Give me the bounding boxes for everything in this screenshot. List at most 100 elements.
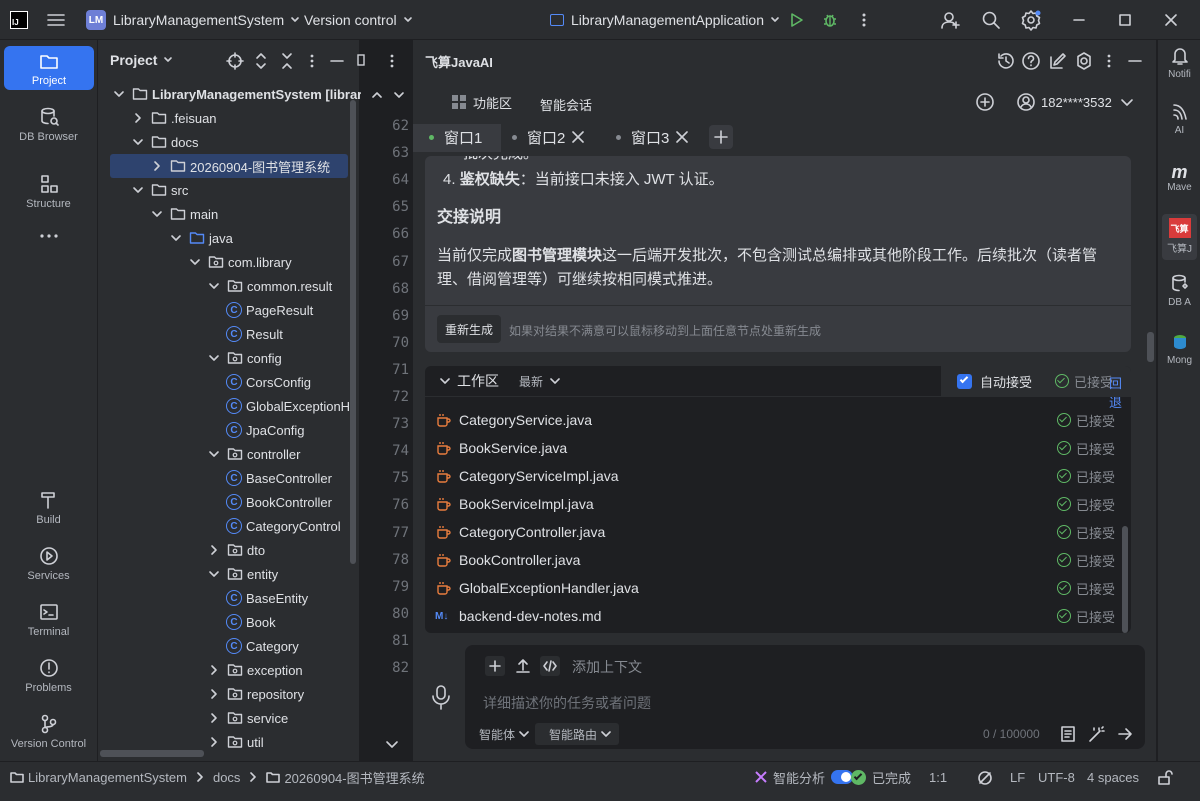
- settings-icon[interactable]: [1020, 0, 1042, 40]
- chevron-right-icon[interactable]: [150, 159, 164, 173]
- history-icon[interactable]: [996, 51, 1016, 71]
- task-input[interactable]: 详细描述你的任务或者问题: [483, 693, 1123, 713]
- breadcrumb-item[interactable]: 20260904-图书管理系统: [284, 768, 424, 787]
- tab-close-icon[interactable]: [572, 131, 585, 143]
- tool-maven[interactable]: m Mave: [1158, 162, 1200, 193]
- locate-icon[interactable]: [226, 52, 244, 70]
- chevron-down-icon[interactable]: [112, 87, 126, 101]
- tree-item[interactable]: java: [98, 226, 233, 250]
- more-actions-icon[interactable]: [860, 0, 868, 40]
- main-menu-icon[interactable]: [46, 0, 66, 40]
- unlock-icon[interactable]: [1157, 770, 1173, 786]
- close-icon[interactable]: [1164, 0, 1178, 40]
- chat-scrollbar[interactable]: [1147, 332, 1154, 362]
- tree-item[interactable]: C CorsConfig: [98, 370, 311, 394]
- tab-window2[interactable]: 窗口2: [512, 124, 585, 150]
- add-context-button[interactable]: [485, 656, 505, 676]
- editor-options-icon[interactable]: [389, 53, 395, 69]
- tool-build[interactable]: Build: [0, 490, 97, 526]
- chevron-down-icon[interactable]: [207, 279, 221, 293]
- vcs-menu[interactable]: Version control: [304, 0, 413, 40]
- workspace-file-row[interactable]: CategoryService.java 已接受: [435, 406, 1115, 434]
- tool-ai[interactable]: AI: [1158, 102, 1200, 136]
- chevron-down-icon[interactable]: [188, 255, 202, 269]
- tree-item[interactable]: C Book: [98, 610, 276, 634]
- tool-db-assistant[interactable]: DB A: [1158, 274, 1200, 308]
- tree-item[interactable]: exception: [98, 658, 303, 682]
- file-list-scrollbar[interactable]: [1122, 526, 1128, 633]
- chevron-down-icon[interactable]: [131, 135, 145, 149]
- workspace-file-row[interactable]: BookService.java 已接受: [435, 434, 1115, 462]
- help-icon[interactable]: [1021, 51, 1041, 71]
- workspace-toggle[interactable]: 工作区: [439, 370, 499, 392]
- cursor-position[interactable]: 1:1: [929, 762, 947, 792]
- tree-scrollbar[interactable]: [350, 100, 356, 564]
- tree-item[interactable]: C BaseController: [98, 466, 332, 490]
- ide-logo-icon[interactable]: IJ: [10, 0, 28, 40]
- expand-all-icon[interactable]: [254, 52, 268, 70]
- breadcrumb-item[interactable]: LibraryManagementSystem: [28, 770, 187, 785]
- project-panel-title[interactable]: Project: [110, 52, 173, 68]
- tree-item[interactable]: controller: [98, 442, 300, 466]
- func-tab[interactable]: 功能区: [451, 92, 512, 112]
- next-highlight-icon[interactable]: [393, 89, 405, 101]
- tree-item[interactable]: 20260904-图书管理系统: [110, 154, 348, 178]
- upload-button[interactable]: [513, 656, 533, 676]
- tree-item[interactable]: .feisuan: [98, 106, 217, 130]
- tree-hscrollbar[interactable]: [100, 750, 204, 757]
- regenerate-button[interactable]: 重新生成: [437, 315, 502, 343]
- chevron-right-icon[interactable]: [207, 687, 221, 701]
- ai-hide-icon[interactable]: [1128, 54, 1142, 68]
- workspace-file-row[interactable]: BookServiceImpl.java 已接受: [435, 490, 1115, 518]
- tree-item[interactable]: entity: [98, 562, 278, 586]
- tree-item[interactable]: service: [98, 706, 288, 730]
- tree-item[interactable]: src: [98, 178, 188, 202]
- tool-project[interactable]: Project: [4, 46, 94, 90]
- tree-item[interactable]: C BookController: [98, 490, 332, 514]
- indent-setting[interactable]: 4 spaces: [1087, 762, 1139, 792]
- tree-item[interactable]: config: [98, 346, 282, 370]
- auto-accept-checkbox[interactable]: 自动接受: [957, 371, 1032, 391]
- tool-services[interactable]: Services: [0, 546, 97, 582]
- tree-item[interactable]: C CategoryControl: [98, 514, 341, 538]
- panel-options-icon[interactable]: [309, 53, 315, 69]
- tool-feisuan[interactable]: 飞算 飞算J: [1162, 214, 1197, 260]
- send-icon[interactable]: [1117, 726, 1133, 742]
- maximize-icon[interactable]: [1118, 0, 1132, 40]
- agent-select[interactable]: 智能体: [479, 724, 529, 744]
- add-tab-button[interactable]: [709, 125, 733, 149]
- collapse-all-icon[interactable]: [280, 52, 294, 70]
- chevron-right-icon[interactable]: [207, 711, 221, 725]
- file-encoding[interactable]: UTF-8: [1038, 762, 1075, 792]
- magic-wand-icon[interactable]: [1088, 725, 1106, 743]
- chevron-right-icon[interactable]: [207, 543, 221, 557]
- scroll-down-icon[interactable]: [385, 737, 399, 751]
- tree-item[interactable]: C PageResult: [98, 298, 313, 322]
- tool-mongo[interactable]: Mong: [1158, 332, 1200, 366]
- tree-item[interactable]: C Category: [98, 634, 299, 658]
- workspace-file-row[interactable]: BookController.java 已接受: [435, 546, 1115, 574]
- run-config-selector[interactable]: LibraryManagementApplication: [550, 0, 780, 40]
- tree-item[interactable]: docs: [98, 130, 198, 154]
- ai-options-icon[interactable]: [1106, 53, 1112, 69]
- workspace-file-row[interactable]: CategoryServiceImpl.java 已接受: [435, 462, 1115, 490]
- user-menu[interactable]: 182****3532: [1016, 92, 1134, 112]
- workspace-file-row[interactable]: CategoryController.java 已接受: [435, 518, 1115, 546]
- tree-item[interactable]: dto: [98, 538, 265, 562]
- chevron-down-icon[interactable]: [131, 183, 145, 197]
- toggle-switch[interactable]: [831, 770, 854, 784]
- tree-item[interactable]: C Result: [98, 322, 283, 346]
- tool-structure[interactable]: Structure: [0, 174, 97, 210]
- prev-highlight-icon[interactable]: [371, 89, 383, 101]
- tool-problems[interactable]: Problems: [0, 658, 97, 694]
- chevron-right-icon[interactable]: [207, 735, 221, 749]
- tree-item[interactable]: common.result: [98, 274, 332, 298]
- chevron-down-icon[interactable]: [207, 567, 221, 581]
- search-icon[interactable]: [981, 0, 1001, 40]
- project-switcher[interactable]: LM LibraryManagementSystem: [86, 0, 300, 40]
- chat-tab[interactable]: 智能会话: [540, 95, 592, 114]
- tool-terminal[interactable]: Terminal: [0, 602, 97, 638]
- debug-icon[interactable]: [821, 0, 839, 40]
- tree-item[interactable]: C GlobalExceptionH: [98, 394, 350, 418]
- tree-item[interactable]: main: [98, 202, 218, 226]
